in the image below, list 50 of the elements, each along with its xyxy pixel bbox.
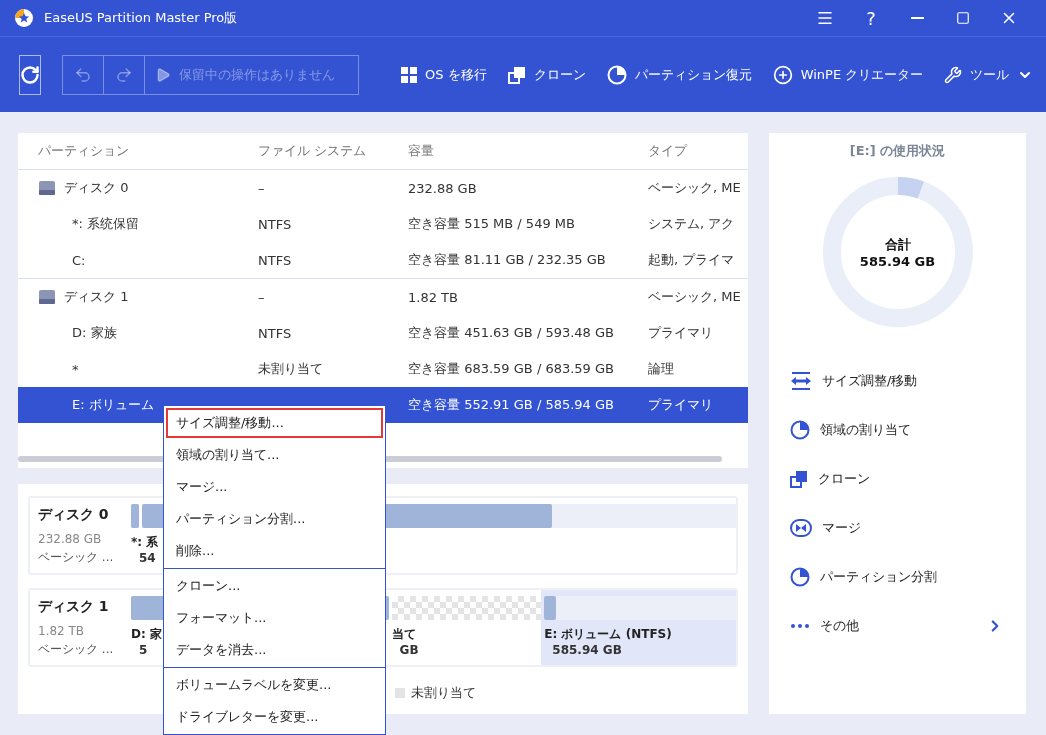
disk-type: ベーシック ...	[38, 549, 115, 566]
legend-label: 未割り当て	[411, 684, 476, 702]
partition-size: 54	[139, 551, 156, 565]
total-label: 合計	[884, 235, 911, 254]
table-cell: D: 家族	[72, 324, 117, 342]
window-title: EaseUS Partition Master Pro版	[44, 9, 239, 27]
column-header: 容量	[408, 142, 434, 160]
partition-size: 5	[139, 643, 148, 657]
disk-size: 232.88 GB	[38, 532, 103, 546]
partition-label: D: 家	[131, 626, 162, 643]
table-cell: 未割り当て	[258, 360, 323, 378]
table-cell: NTFS	[258, 216, 292, 232]
table-cell: 空き容量 552.91 GB / 585.94 GB	[408, 396, 614, 414]
table-cell: 232.88 GB	[408, 180, 477, 196]
table-cell: プライマリ	[648, 396, 713, 414]
partition-label: 当て	[391, 626, 416, 643]
table-cell: プライマリ	[648, 324, 713, 342]
disk-type: ベーシック ...	[38, 641, 115, 658]
table-cell: –	[258, 289, 265, 305]
table-cell: システム, アク	[648, 215, 735, 233]
table-cell: 起動, プライマ	[648, 251, 735, 269]
partition-size: 585.94 GB	[552, 643, 622, 657]
table-cell: C:	[72, 252, 86, 268]
usage-title: [E:] の使用状況	[849, 142, 946, 160]
table-cell: 空き容量 451.63 GB / 593.48 GB	[408, 324, 614, 342]
table-cell: NTFS	[258, 252, 292, 268]
partition-label: *: 系	[131, 534, 159, 551]
table-cell: NTFS	[258, 325, 292, 341]
table-cell: *	[72, 361, 79, 377]
table-cell: 1.82 TB	[408, 289, 458, 305]
table-cell: ディスク 1	[64, 288, 129, 306]
table-cell: ベーシック, ME	[648, 288, 741, 306]
table-cell: 空き容量 81.11 GB / 232.35 GB	[408, 251, 606, 269]
column-header: ファイル システム	[258, 142, 367, 160]
disk-name: ディスク 1	[38, 598, 110, 616]
table-cell: *: 系统保留	[72, 215, 139, 233]
table-cell: ディスク 0	[64, 179, 129, 197]
partition-label: E: ボリューム (NTFS)	[544, 626, 672, 643]
table-cell: 空き容量 683.59 GB / 683.59 GB	[408, 360, 614, 378]
partition-size: GB	[399, 643, 419, 657]
table-cell: 空き容量 515 MB / 549 MB	[408, 215, 575, 233]
column-header: タイプ	[648, 142, 687, 160]
table-cell: ベーシック, ME	[648, 179, 741, 197]
total-value: 585.94 GB	[859, 253, 936, 269]
table-cell: –	[258, 180, 265, 196]
disk-name: ディスク 0	[38, 506, 110, 524]
column-header: パーティション	[38, 142, 129, 160]
table-cell: E: ボリューム	[72, 396, 154, 414]
table-cell: 論理	[648, 360, 674, 378]
disk-size: 1.82 TB	[38, 624, 86, 638]
